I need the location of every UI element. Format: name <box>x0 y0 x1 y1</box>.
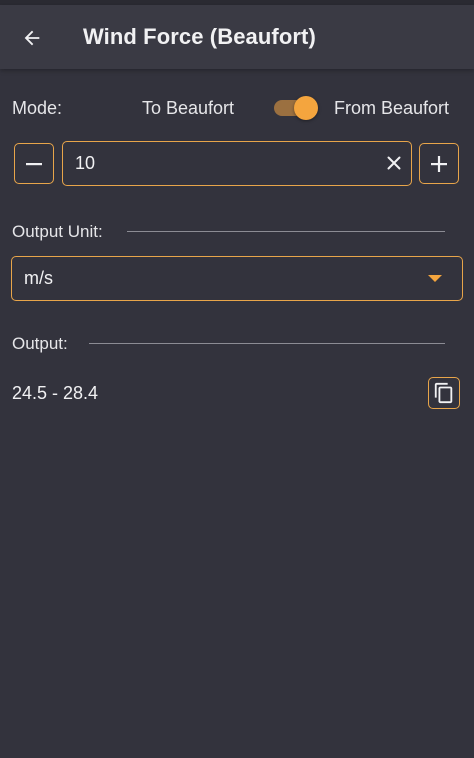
close-icon <box>387 156 401 170</box>
mode-label: Mode: <box>12 98 63 118</box>
decrement-button[interactable] <box>14 143 54 184</box>
plus-icon <box>431 155 447 172</box>
mode-option-to-beaufort[interactable]: To Beaufort <box>142 98 234 119</box>
mode-toggle-switch[interactable] <box>274 96 318 120</box>
clear-button[interactable] <box>384 153 404 173</box>
increment-button[interactable] <box>419 143 459 184</box>
output-unit-label: Output Unit: <box>12 222 103 241</box>
copy-button[interactable] <box>428 377 460 409</box>
copy-icon <box>434 382 453 404</box>
triangle-down-icon <box>428 275 442 282</box>
value-input[interactable]: 10 <box>62 141 412 186</box>
output-label: Output: <box>12 334 68 353</box>
section-divider <box>89 343 445 344</box>
mode-option-from-beaufort[interactable]: From Beaufort <box>334 98 449 119</box>
arrow-back-icon <box>24 30 40 46</box>
page-title: Wind Force (Beaufort) <box>83 24 316 49</box>
output-unit-dropdown[interactable]: m/s <box>11 256 463 301</box>
back-button[interactable] <box>16 22 48 54</box>
output-unit-value: m/s <box>24 268 53 288</box>
toggle-thumb <box>294 96 318 120</box>
section-divider <box>127 231 445 232</box>
output-value: 24.5 - 28.4 <box>12 383 99 403</box>
value-input-text[interactable]: 10 <box>75 153 95 174</box>
app-bar: Wind Force (Beaufort) <box>0 5 474 69</box>
minus-icon <box>26 162 42 165</box>
